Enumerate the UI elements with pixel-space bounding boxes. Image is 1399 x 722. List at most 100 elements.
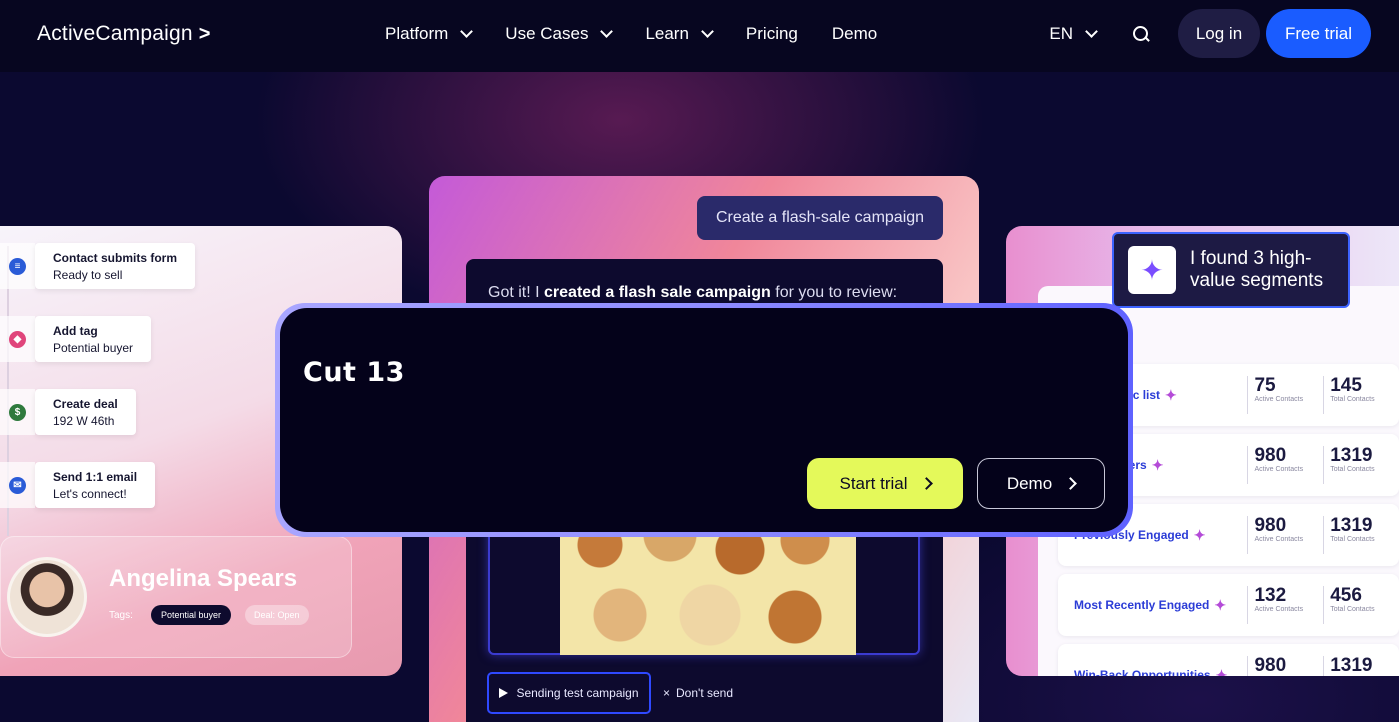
segment-name-text: Most Recently Engaged (1074, 598, 1210, 612)
contact-name: Angelina Spears (109, 565, 298, 592)
sparkle-icon: ✦ (1193, 526, 1206, 543)
logo[interactable]: ActiveCampaign > (37, 22, 211, 46)
active-stat: 132 Active Contacts (1247, 586, 1323, 624)
total-label: Total Contacts (1330, 466, 1375, 473)
step-subtitle: 192 W 46th (53, 414, 115, 428)
active-count: 75 (1254, 375, 1276, 396)
logo-mark-icon: > (198, 22, 211, 45)
nav-platform-label: Platform (385, 24, 449, 43)
total-stat: 145 Total Contacts (1323, 376, 1399, 414)
step-icon-wrap: ◆ (0, 316, 35, 362)
sparkle-icon: ✦ (1165, 386, 1177, 403)
top-navigation: ActiveCampaign > Platform Use Cases Lear… (0, 0, 1399, 72)
tags-label: Tags: (109, 610, 133, 621)
segment-row[interactable]: Win-Back Opportunities ✦ 980Active Contac… (1058, 644, 1399, 676)
dollar-icon: $ (9, 403, 26, 421)
nav-demo[interactable]: Demo (832, 24, 877, 44)
start-trial-label: Start trial (839, 473, 908, 493)
total-label: Total Contacts (1330, 396, 1375, 403)
total-label: Total Contacts (1330, 606, 1375, 613)
nav-platform[interactable]: Platform (385, 24, 474, 44)
nav-links: Platform Use Cases Learn Pricing Demo (385, 24, 877, 44)
automation-step: ≡ Contact submits form Ready to sell (0, 243, 196, 289)
chevron-down-icon (701, 25, 714, 38)
tag-icon: ◆ (9, 330, 26, 348)
step-icon-wrap: ≡ (0, 243, 35, 289)
demo-button[interactable]: Demo (977, 458, 1105, 509)
step-subtitle: Let's connect! (53, 487, 127, 501)
total-stat: 1319Total Contacts (1323, 446, 1399, 484)
nav-use-cases[interactable]: Use Cases (505, 24, 614, 44)
segment-name: Most Recently Engaged ✦ (1058, 597, 1247, 614)
active-stat: 75 Active Contacts (1247, 376, 1323, 414)
reply-prefix: Got it! I (488, 284, 545, 301)
chevron-right-icon (1064, 477, 1078, 490)
step-title: Send 1:1 email (53, 470, 138, 484)
chevron-down-icon (460, 25, 474, 38)
active-stat: 980Active Contacts (1247, 516, 1323, 554)
total-stat: 1319Total Contacts (1323, 516, 1399, 554)
nav-learn-label: Learn (645, 24, 689, 43)
avatar (7, 557, 87, 637)
test-actions: Sending test campaign × Don't send (487, 672, 733, 714)
reply-bold: created a flash sale campaign (544, 284, 771, 301)
segment-name: Win-Back Opportunities ✦ (1058, 667, 1247, 677)
sparkle-icon: ✦ (1215, 666, 1228, 677)
ai-found-badge: ✦ I found 3 high-value segments (1112, 232, 1350, 308)
step-card: Contact submits form Ready to sell (35, 243, 196, 289)
demo-label: Demo (1006, 473, 1053, 493)
prompt-bubble: Create a flash-sale campaign (697, 196, 943, 240)
cta-modal: Cut 13 Start trial Demo (280, 308, 1128, 532)
automation-step: $ Create deal 192 W 46th (0, 389, 136, 435)
search-icon[interactable] (1132, 25, 1150, 43)
sending-label: Sending test campaign (516, 686, 639, 700)
total-count: 1319 (1330, 655, 1373, 676)
sparkle-icon: ✦ (1151, 456, 1164, 473)
login-button[interactable]: Log in (1178, 9, 1260, 58)
step-title: Create deal (53, 397, 118, 411)
segment-row[interactable]: Most Recently Engaged ✦ 132 Active Contact… (1058, 574, 1399, 636)
language-selector[interactable]: EN (1049, 24, 1098, 44)
automation-step: ✉ Send 1:1 email Let's connect! (0, 462, 156, 508)
chevron-down-icon (1085, 24, 1098, 38)
nav-pricing[interactable]: Pricing (746, 24, 798, 44)
total-label: Total Contacts (1330, 536, 1375, 543)
active-label: Active Contacts (1254, 396, 1304, 403)
chevron-right-icon (919, 477, 933, 490)
step-card: Create deal 192 W 46th (35, 389, 136, 435)
chevron-down-icon (600, 25, 614, 38)
active-label: Active Contacts (1254, 606, 1304, 613)
dont-send-label: Don't send (676, 686, 734, 700)
sparkle-icon: ✦ (1128, 246, 1176, 294)
nav-learn[interactable]: Learn (645, 24, 714, 44)
total-stat: 1319Total Contacts (1323, 656, 1399, 676)
logo-text: ActiveCampaign (37, 22, 193, 45)
sending-test-button[interactable]: Sending test campaign (487, 672, 651, 714)
nav-actions: EN Log in Free trial (1049, 9, 1371, 58)
automation-step: ◆ Add tag Potential buyer (0, 316, 152, 362)
active-stat: 980Active Contacts (1247, 446, 1323, 484)
step-icon-wrap: $ (0, 389, 35, 435)
segment-name-text: Win-Back Opportunities (1074, 668, 1211, 676)
total-count: 456 (1330, 585, 1362, 606)
step-card: Send 1:1 email Let's connect! (35, 462, 156, 508)
close-icon: × (663, 686, 671, 700)
step-card: Add tag Potential buyer (35, 316, 152, 362)
found-text: I found 3 high-value segments (1190, 248, 1324, 291)
contact-card: Angelina Spears Tags: Potential buyer De… (0, 536, 352, 658)
step-subtitle: Ready to sell (53, 268, 123, 282)
total-count: 145 (1330, 375, 1362, 396)
free-trial-button[interactable]: Free trial (1266, 9, 1371, 58)
active-stat: 980Active Contacts (1247, 656, 1323, 676)
dont-send-button[interactable]: × Don't send (663, 686, 733, 700)
sparkle-icon: ✦ (1214, 596, 1227, 613)
active-label: Active Contacts (1254, 466, 1304, 473)
nav-demo-label: Demo (831, 24, 878, 43)
tag-badge: Potential buyer (151, 605, 232, 625)
step-subtitle: Potential buyer (53, 341, 134, 355)
step-icon-wrap: ✉ (0, 462, 35, 508)
total-count: 1319 (1330, 445, 1373, 466)
send-icon (499, 688, 509, 698)
step-title: Contact submits form (53, 251, 178, 265)
start-trial-button[interactable]: Start trial (807, 458, 963, 509)
